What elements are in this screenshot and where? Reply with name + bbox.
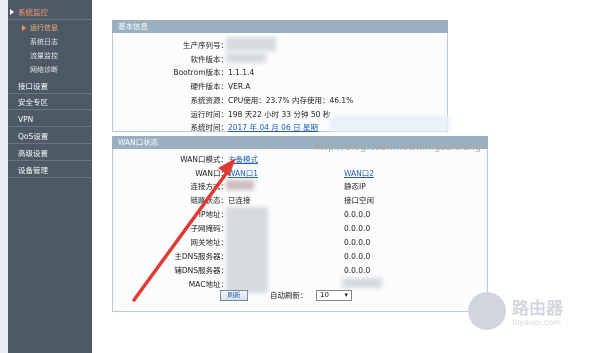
router-logo-icon xyxy=(468,292,506,330)
wan-port-label: WAN口： xyxy=(195,169,228,178)
sidebar-item-label: 系统监控 xyxy=(18,8,48,17)
link-status-label: 链路状态： xyxy=(190,196,229,205)
expand-arrow-icon xyxy=(10,9,14,15)
sidebar-sub-runtime-info[interactable]: 运行信息 xyxy=(8,22,92,34)
current-page-arrow-icon xyxy=(22,25,26,31)
left-strip xyxy=(0,0,8,353)
hardware-version-value: VER.A xyxy=(228,82,251,91)
software-version-label: 软件版本： xyxy=(190,55,229,64)
refresh-interval-select[interactable]: 10 ▾ xyxy=(316,290,352,301)
wan-port2-link[interactable]: WAN口2 xyxy=(344,169,374,179)
sidebar-item-interface-settings[interactable]: 接口设置 xyxy=(8,80,92,94)
wan-mode-label: WAN口模式： xyxy=(180,155,228,164)
primary-dns-label: 主DNS服务器： xyxy=(174,252,228,261)
bootrom-label: Bootrom版本： xyxy=(173,68,228,77)
system-time-label: 系统时间： xyxy=(190,123,229,132)
sidebar-sub-system-log[interactable]: 系统日志 xyxy=(8,36,92,48)
hardware-version-label: 硬件版本： xyxy=(190,82,229,91)
logo-title: 路由器 xyxy=(512,299,563,319)
connection-type-port2: 静态IP xyxy=(344,182,366,191)
system-resource-label: 系统资源： xyxy=(190,96,229,105)
sidebar-item-system-monitor[interactable]: 系统监控 xyxy=(8,6,92,20)
sidebar: 系统监控 运行信息 系统日志 流量监控 网络诊断 接口设置 安全专区 VPN Q… xyxy=(8,0,92,353)
link-status-port1: 已连接 xyxy=(228,196,251,205)
redacted-mac-port2 xyxy=(342,278,382,288)
redacted-time-tail xyxy=(330,116,450,132)
watermark-text: http://blog.csdn.net/mingzaiwang xyxy=(314,143,482,153)
ip-address-label: IP地址： xyxy=(198,210,228,219)
auto-refresh-label: 自动刷新： xyxy=(270,291,308,300)
system-time-value[interactable]: 2017 年 04 月 06 日 星期 xyxy=(228,123,318,133)
basic-info-heading: 基本信息 xyxy=(112,20,448,33)
logo-subtitle: luyouqi.com xyxy=(512,318,561,327)
uptime-label: 运行时间： xyxy=(190,110,229,119)
mac-address-label: MAC地址： xyxy=(188,280,228,289)
sidebar-item-device-management[interactable]: 设备管理 xyxy=(8,164,92,178)
connection-type-label: 连接方式： xyxy=(190,182,229,191)
redacted-serial xyxy=(226,37,276,51)
bootrom-value: 1.1.1.4 xyxy=(228,68,255,77)
subnet-mask-label: 子网掩码： xyxy=(190,224,229,233)
sidebar-item-advanced[interactable]: 高级设置 xyxy=(8,147,92,161)
serial-label: 生产序列号： xyxy=(183,41,228,50)
primary-dns-port2: 0.0.0.0 xyxy=(344,252,371,261)
sidebar-sub-traffic-monitor[interactable]: 流量监控 xyxy=(8,50,92,62)
ip-address-port2: 0.0.0.0 xyxy=(344,210,371,219)
redacted-connection-type-port1 xyxy=(226,180,254,190)
wan-mode-value[interactable]: 主备模式 xyxy=(228,155,258,165)
secondary-dns-port2: 0.0.0.0 xyxy=(344,266,371,275)
sidebar-item-qos[interactable]: QoS设置 xyxy=(8,130,92,144)
sidebar-item-vpn[interactable]: VPN xyxy=(8,113,92,127)
subnet-mask-port2: 0.0.0.0 xyxy=(344,224,371,233)
refresh-button[interactable]: 刷新 xyxy=(220,290,248,301)
gateway-label: 网关地址： xyxy=(190,238,229,247)
wan-port1-link[interactable]: WAN口1 xyxy=(228,169,258,179)
refresh-interval-value: 10 xyxy=(320,291,329,299)
secondary-dns-label: 辅DNS服务器： xyxy=(174,266,228,275)
redacted-port1-values xyxy=(226,207,268,293)
uptime-value: 198 天22 小时 33 分钟 50 秒 xyxy=(228,110,331,119)
redacted-software-version xyxy=(226,53,266,63)
sidebar-item-security[interactable]: 安全专区 xyxy=(8,96,92,110)
chevron-down-icon: ▾ xyxy=(344,291,348,299)
sidebar-sub-network-diagnose[interactable]: 网络诊断 xyxy=(8,64,92,76)
link-status-port2: 接口空闲 xyxy=(344,196,374,205)
system-resource-value: CPU使用：23.7% 内存使用：46.1% xyxy=(228,96,354,105)
gateway-port2: 0.0.0.0 xyxy=(344,238,371,247)
